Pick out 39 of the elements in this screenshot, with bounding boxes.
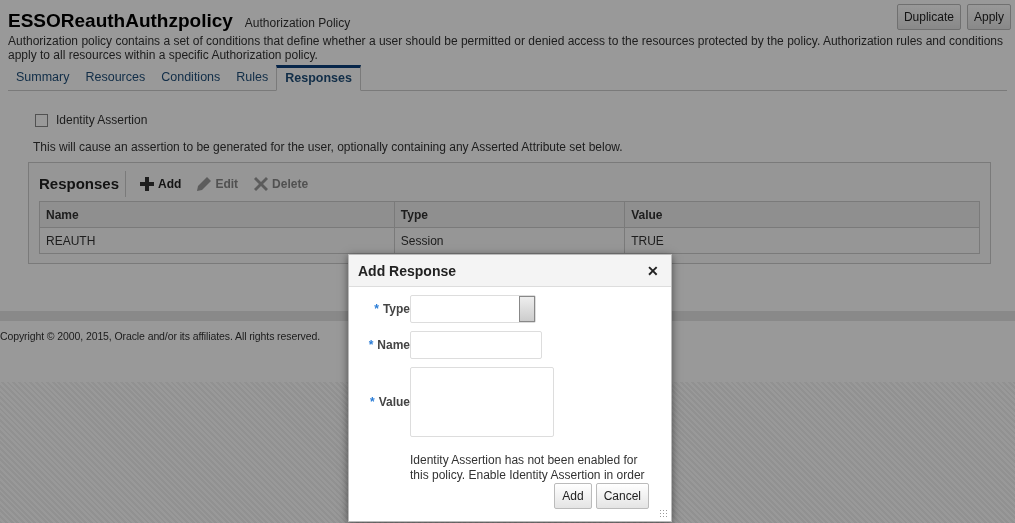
page-title: ESSOReauthAuthzpolicy xyxy=(8,10,233,32)
input-field[interactable] xyxy=(410,331,542,359)
dialog-button[interactable]: Cancel xyxy=(595,483,649,509)
message-text: Identity Assertion has not been enabled for this policy. Enable Identity Assertion in order xyxy=(410,453,646,483)
panel-title: Responses xyxy=(39,171,127,197)
plus-icon xyxy=(140,177,155,191)
toolbar-button[interactable]: Apply xyxy=(966,4,1011,30)
dropdown-field[interactable] xyxy=(410,295,536,323)
field-label: Name xyxy=(377,338,410,352)
help-text: This will cause an assertion to be generated for the user, optionally containing any Asserted Attribute set below. xyxy=(33,140,624,154)
field-label: Value xyxy=(378,395,410,409)
dialog-title: Add Response xyxy=(358,263,456,279)
description-text: Authorization policy contains a set of conditions that define whether a user should be permitted or denied access to the resources protected by the policy. Authorization rules and conditions apply to all resources within a specific Authorization policy. xyxy=(7,33,1005,62)
required-mark: * xyxy=(369,395,375,409)
toolbar-button[interactable]: Duplicate xyxy=(896,4,961,30)
pencil-icon xyxy=(197,177,212,191)
column-header[interactable]: Value xyxy=(624,201,980,228)
close-button[interactable]: ✕ xyxy=(647,263,659,279)
page-subtitle: Authorization Policy xyxy=(244,16,351,30)
tab[interactable]: Summary xyxy=(8,65,78,90)
column-header[interactable]: Name xyxy=(39,201,395,228)
dialog-button[interactable]: Add xyxy=(554,483,592,509)
tab[interactable]: Rules xyxy=(228,65,277,90)
toolbar-button[interactable]: Add xyxy=(136,175,186,193)
checkbox[interactable] xyxy=(35,113,48,127)
cross-icon xyxy=(254,177,269,191)
table-cell: Session xyxy=(394,227,625,254)
tab[interactable]: Resources xyxy=(77,65,154,90)
column-header[interactable]: Type xyxy=(394,201,625,228)
checkbox-label: Identity Assertion xyxy=(56,113,148,127)
tab[interactable]: Conditions xyxy=(153,65,229,90)
tab[interactable]: Responses xyxy=(276,65,361,91)
table-cell: TRUE xyxy=(624,227,980,254)
dropdown-button[interactable] xyxy=(519,296,535,322)
field-label: Type xyxy=(382,302,410,316)
table-cell: REAUTH xyxy=(39,227,395,254)
copyright-text: Copyright © 2000, 2015, Oracle and/or its affiliates. All rights reserved. xyxy=(0,330,320,342)
required-mark: * xyxy=(368,338,374,352)
required-mark: * xyxy=(374,302,379,316)
